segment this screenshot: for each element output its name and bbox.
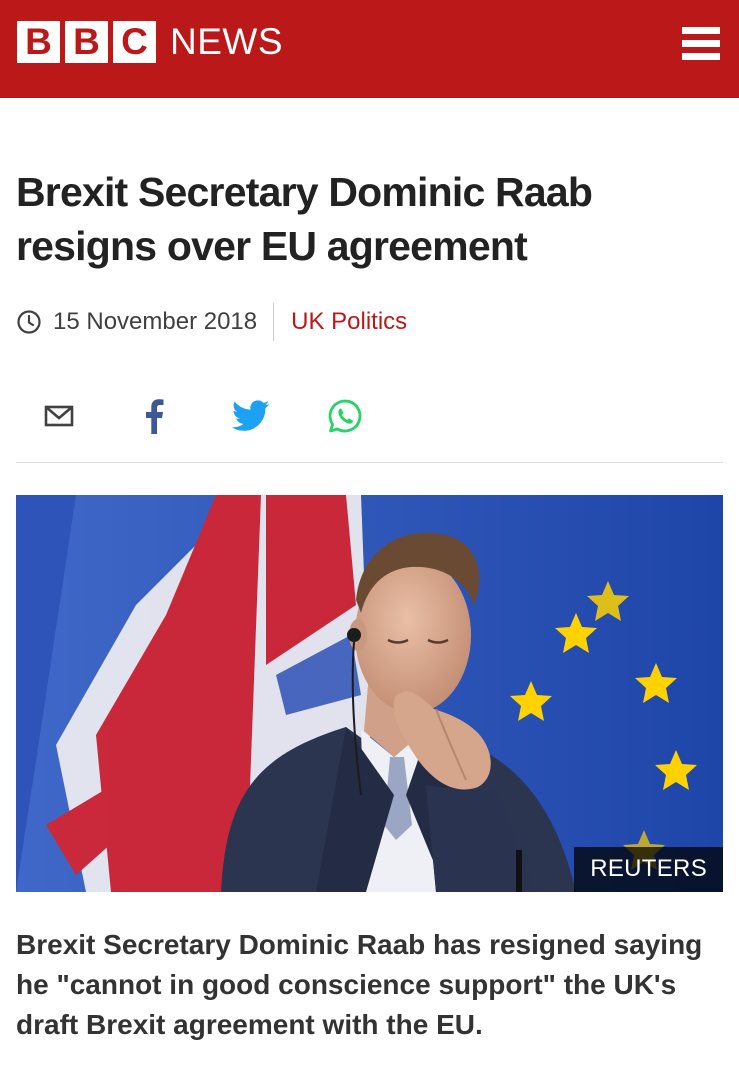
logo-letter-b1: B [17, 21, 60, 63]
whatsapp-icon [328, 399, 362, 433]
menu-bar [682, 53, 720, 60]
article-intro: Brexit Secretary Dominic Raab has resign… [16, 929, 703, 1040]
share-email-button[interactable] [35, 392, 83, 440]
article-photo: REUTERS [16, 495, 723, 892]
image-credit: REUTERS [574, 847, 723, 892]
logo-letter-b2: B [65, 21, 108, 63]
share-facebook-button[interactable] [130, 392, 178, 440]
menu-bar [682, 40, 720, 47]
share-twitter-button[interactable] [227, 392, 275, 440]
site-header: B B C NEWS [0, 0, 739, 98]
meta-divider [273, 303, 275, 341]
bbc-news-logo[interactable]: B B C NEWS [17, 21, 283, 63]
logo-news-text: NEWS [170, 21, 283, 62]
facebook-icon [146, 399, 164, 434]
share-tools [0, 392, 739, 440]
logo-letter-c: C [113, 21, 156, 63]
clock-icon [17, 310, 41, 334]
article-headline: Brexit Secretary Dominic Raab resigns ov… [16, 169, 593, 269]
photo-illustration [16, 495, 723, 892]
article-date: 15 November 2018 [53, 308, 258, 335]
menu-bar [682, 27, 720, 34]
share-whatsapp-button[interactable] [321, 392, 369, 440]
topic-link[interactable]: UK Politics [291, 308, 407, 336]
share-divider [16, 462, 723, 463]
email-icon [44, 405, 74, 427]
twitter-icon [232, 400, 270, 431]
hamburger-menu-icon[interactable] [676, 25, 720, 65]
article-meta: 15 November 2018 UK Politics [17, 302, 407, 342]
